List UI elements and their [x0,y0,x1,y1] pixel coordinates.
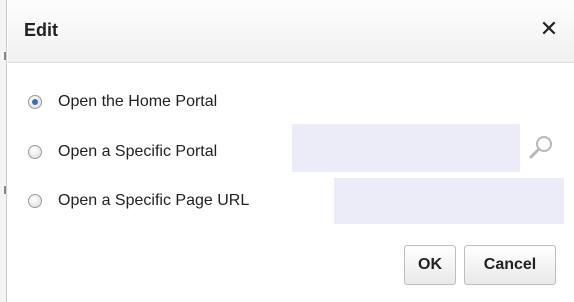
cancel-button[interactable]: Cancel [464,245,556,285]
option-specific-page-url[interactable]: Open a Specific Page URL [28,186,249,216]
radio-specific-portal[interactable] [28,145,42,159]
portal-input[interactable] [292,124,520,172]
edit-dialog: Edit ✕ Open the Home Portal Open a Speci… [8,0,574,302]
option-specific-portal[interactable]: Open a Specific Portal [28,137,217,167]
radio-specific-page-url[interactable] [28,194,42,208]
edge-mark [4,186,6,194]
radio-home-portal[interactable] [28,95,42,109]
background-window-edge [0,0,7,302]
option-label: Open a Specific Portal [58,143,218,160]
option-label: Open the Home Portal [58,93,218,110]
option-home-portal[interactable]: Open the Home Portal [28,87,217,117]
option-label: Open a Specific Page URL [58,192,250,209]
ok-button[interactable]: OK [404,245,456,285]
close-icon[interactable]: ✕ [536,16,562,42]
page: Edit ✕ Open the Home Portal Open a Speci… [0,0,574,302]
page-url-input[interactable] [334,178,564,224]
edge-mark [4,52,6,60]
search-icon[interactable] [527,133,555,161]
dialog-header: Edit ✕ [8,0,574,63]
dialog-title: Edit [24,20,58,40]
